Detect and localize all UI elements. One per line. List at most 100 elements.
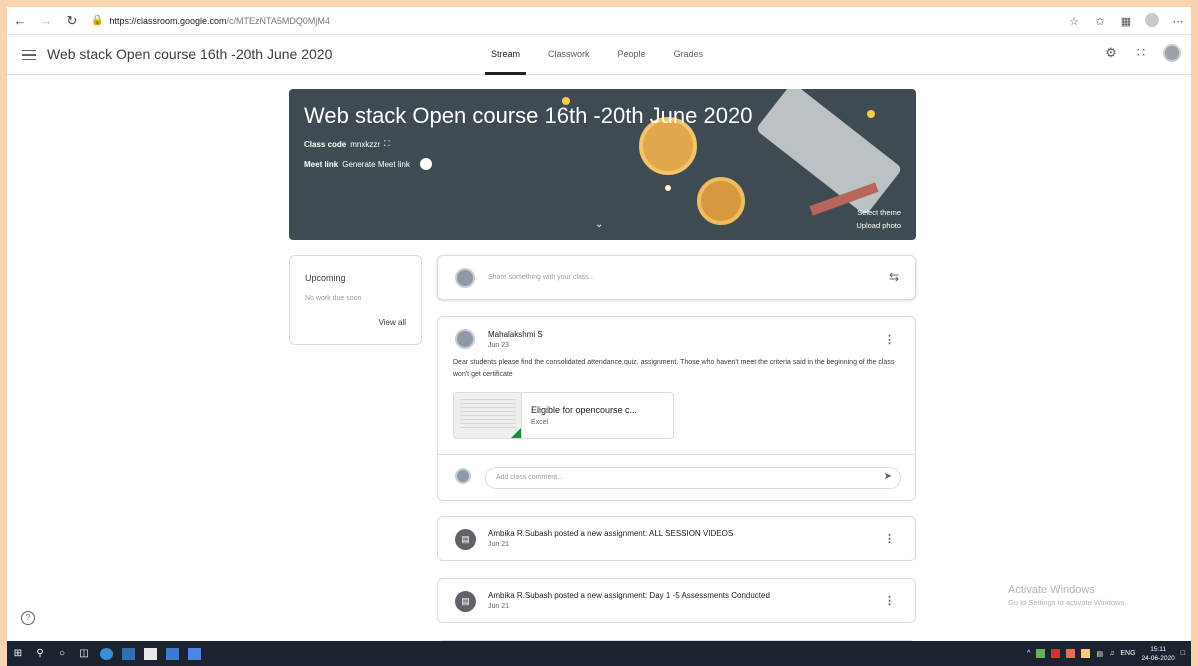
class-title[interactable]: Web stack Open course 16th -20th June 20… — [47, 46, 332, 62]
upload-photo-link[interactable]: Upload photo — [856, 219, 901, 232]
assignment-item[interactable]: ▤ Ambika R.Subash posted a new assignmen… — [437, 578, 916, 623]
announcement-post: Mahalakshmi S Jun 23 ⋮ Dear students ple… — [437, 316, 916, 501]
profile-icon[interactable] — [1139, 12, 1165, 30]
tray-icon[interactable] — [1066, 649, 1076, 658]
tray-icon[interactable] — [1051, 649, 1061, 658]
tray-icon[interactable] — [1036, 649, 1046, 658]
collections-icon[interactable]: ▦ — [1113, 15, 1139, 28]
mail-icon[interactable] — [161, 641, 183, 666]
clock-date: 24-06-2020 — [1141, 654, 1175, 662]
post-author: Mahalakshmi S — [488, 330, 543, 339]
back-icon[interactable]: ← — [7, 7, 33, 35]
more-vert-icon[interactable]: ⋮ — [884, 594, 895, 607]
task-view-icon[interactable]: ◫ — [73, 641, 95, 666]
favorites-icon[interactable]: ✩ — [1087, 15, 1113, 28]
banner-decoration — [665, 185, 671, 191]
chevron-down-icon[interactable]: ⌄ — [595, 219, 603, 230]
meet-link-row: Meet link Generate Meet link — [304, 158, 432, 170]
generate-meet-link[interactable]: Generate Meet link — [342, 160, 410, 169]
forward-icon[interactable]: → — [33, 7, 59, 35]
video-icon[interactable] — [419, 158, 432, 170]
account-avatar[interactable] — [1163, 44, 1181, 62]
activate-windows-watermark: Activate Windows Go to Settings to activ… — [1008, 584, 1126, 607]
class-banner: Web stack Open course 16th -20th June 20… — [289, 89, 916, 240]
attachment-type: Excel — [531, 419, 549, 426]
medal-illustration — [697, 177, 745, 225]
search-icon[interactable]: ⚲ — [29, 641, 51, 666]
excel-icon — [509, 428, 521, 438]
upcoming-title: Upcoming — [305, 273, 346, 283]
network-icon[interactable]: ▤ — [1096, 650, 1103, 658]
store-icon[interactable] — [139, 641, 161, 666]
clock[interactable]: 15:11 24-06-2020 — [1142, 645, 1175, 663]
cortana-icon[interactable]: ○ — [51, 641, 73, 666]
settings-gear-icon[interactable]: ⚙ — [1103, 45, 1119, 61]
user-avatar — [455, 268, 475, 288]
attachment-title: Eligible for opencourse c... — [531, 405, 638, 415]
assignment-icon: ▤ — [455, 591, 476, 612]
diploma-illustration — [755, 89, 903, 216]
meet-link-label: Meet link — [304, 159, 339, 169]
fullscreen-icon[interactable]: ⛶ — [384, 139, 390, 149]
watermark-line2: Go to Settings to activate Windows. — [1008, 598, 1127, 607]
browser-toolbar: ← → ↻ 🔒 https://classroom.google.com/c/M… — [7, 7, 1191, 35]
upcoming-empty-text: No work due soon — [305, 295, 362, 302]
more-vert-icon[interactable]: ⋮ — [884, 333, 895, 346]
share-placeholder[interactable]: Share something with your class... — [488, 274, 595, 281]
chevron-up-icon[interactable]: ^ — [1027, 650, 1030, 657]
volume-icon[interactable]: ♫ — [1109, 650, 1114, 657]
tab-bar: Stream Classwork People Grades — [477, 35, 717, 75]
url-host: https://classroom.google.com — [109, 15, 227, 26]
banner-title: Web stack Open course 16th -20th June 20… — [304, 103, 753, 128]
hamburger-menu-icon[interactable] — [22, 46, 36, 64]
language-indicator[interactable]: ENG — [1120, 650, 1135, 657]
word-icon[interactable] — [183, 641, 205, 666]
assignment-icon: ▤ — [455, 529, 476, 550]
banner-actions: Select theme Upload photo — [856, 206, 901, 232]
tab-classwork[interactable]: Classwork — [534, 35, 604, 75]
clock-time: 15:11 — [1150, 645, 1167, 653]
spreadsheet-thumbnail — [454, 393, 522, 438]
assignment-date: Jun 21 — [488, 541, 510, 548]
class-code-value: mnxkzzr — [350, 139, 381, 149]
class-code-label: Class code — [304, 139, 347, 149]
send-icon[interactable]: ➤ — [884, 471, 892, 482]
tab-grades[interactable]: Grades — [660, 35, 718, 75]
help-icon[interactable]: ? — [21, 611, 35, 625]
more-vert-icon[interactable]: ⋮ — [884, 532, 895, 545]
taskbar: ⊞ ⚲ ○ ◫ ^ ▤ ♫ ENG 15:11 24-06-2020 □ — [7, 641, 1191, 666]
browser-window: ← → ↻ 🔒 https://classroom.google.com/c/M… — [7, 7, 1191, 641]
comment-input[interactable]: Add class comment... ➤ — [485, 467, 901, 489]
upcoming-card: Upcoming No work due soon View all — [289, 255, 422, 345]
url-path: /c/MTEzNTA5MDQ0MjM4 — [226, 15, 330, 26]
post-date: Jun 23 — [488, 342, 510, 349]
assignment-date: Jun 21 — [488, 603, 510, 610]
repost-icon[interactable]: ⇆ — [889, 270, 899, 284]
app-header: Web stack Open course 16th -20th June 20… — [7, 35, 1191, 75]
edge-icon[interactable] — [95, 641, 117, 666]
post-body: Dear students please find the consolidat… — [453, 359, 895, 378]
app-icon[interactable] — [117, 641, 139, 666]
divider — [438, 454, 915, 455]
tab-people[interactable]: People — [604, 35, 660, 75]
assignment-item[interactable]: ▤ Ambika R.Subash posted a new assignmen… — [437, 516, 916, 561]
watermark-line1: Activate Windows — [1008, 584, 1095, 596]
refresh-icon[interactable]: ↻ — [59, 7, 85, 35]
tray-icon[interactable] — [1081, 649, 1091, 658]
apps-grid-icon[interactable]: ∷ — [1133, 45, 1149, 61]
windows-start-icon[interactable]: ⊞ — [7, 641, 29, 666]
class-code-row: Class code mnxkzzr ⛶ — [304, 139, 390, 149]
view-all-link[interactable]: View all — [379, 318, 406, 327]
attachment-card[interactable]: Eligible for opencourse c... Excel — [453, 392, 674, 439]
assignment-text: Ambika R.Subash posted a new assignment:… — [488, 591, 770, 600]
address-bar[interactable]: 🔒 https://classroom.google.com/c/MTEzNTA… — [91, 15, 330, 26]
select-theme-link[interactable]: Select theme — [856, 206, 901, 219]
star-icon[interactable]: ☆ — [1061, 15, 1087, 28]
commenter-avatar — [455, 468, 471, 484]
notifications-icon[interactable]: □ — [1181, 650, 1185, 657]
comment-placeholder: Add class comment... — [496, 474, 563, 481]
more-icon[interactable]: ⋯ — [1165, 15, 1191, 28]
banner-decoration — [867, 110, 875, 118]
share-box[interactable]: Share something with your class... ⇆ — [437, 255, 916, 300]
tab-stream[interactable]: Stream — [477, 35, 534, 75]
